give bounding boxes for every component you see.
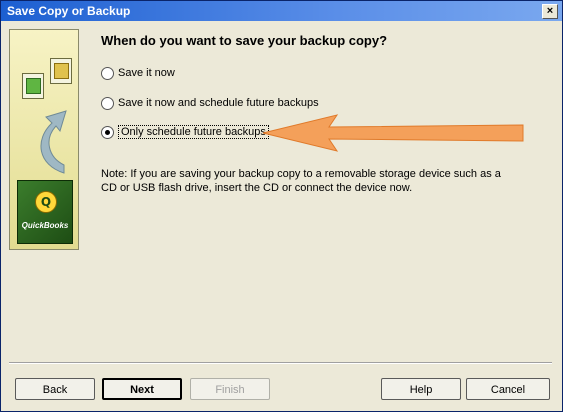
window-title: Save Copy or Backup (7, 4, 131, 18)
wizard-side-illustration: Q QuickBooks (9, 29, 79, 250)
document-icon (50, 58, 72, 84)
option-label: Save it now and schedule future backups (118, 97, 319, 109)
close-button[interactable]: × (542, 4, 558, 19)
option-label: Save it now (118, 67, 175, 79)
annotation-arrow-icon (262, 114, 524, 152)
finish-button[interactable]: Finish (190, 378, 270, 400)
back-button[interactable]: Back (15, 378, 95, 400)
option-label: Only schedule future backups (118, 125, 269, 139)
quickbooks-logo-icon: Q (35, 191, 57, 213)
divider (9, 362, 552, 364)
cancel-button[interactable]: Cancel (466, 378, 550, 400)
option-save-now[interactable]: Save it now (101, 65, 175, 81)
next-button[interactable]: Next (102, 378, 182, 400)
dialog-body: Q QuickBooks When do you want to save yo… (1, 21, 562, 411)
question-heading: When do you want to save your backup cop… (101, 33, 388, 48)
curved-arrow-icon (40, 110, 67, 174)
option-only-schedule[interactable]: Only schedule future backups (101, 124, 269, 140)
dialog-window: Save Copy or Backup × Q QuickBooks When … (0, 0, 563, 412)
radio-only-schedule[interactable] (101, 125, 114, 139)
radio-save-now-and-schedule[interactable] (101, 96, 114, 110)
document-icon (22, 73, 44, 99)
option-save-now-and-schedule[interactable]: Save it now and schedule future backups (101, 95, 319, 111)
quickbooks-box-icon: Q QuickBooks (17, 180, 73, 244)
quickbooks-brand-label: QuickBooks (21, 221, 69, 230)
radio-save-now[interactable] (101, 66, 114, 80)
help-button[interactable]: Help (381, 378, 461, 400)
title-bar[interactable]: Save Copy or Backup × (1, 1, 562, 21)
note-text: Note: If you are saving your backup copy… (101, 168, 501, 194)
